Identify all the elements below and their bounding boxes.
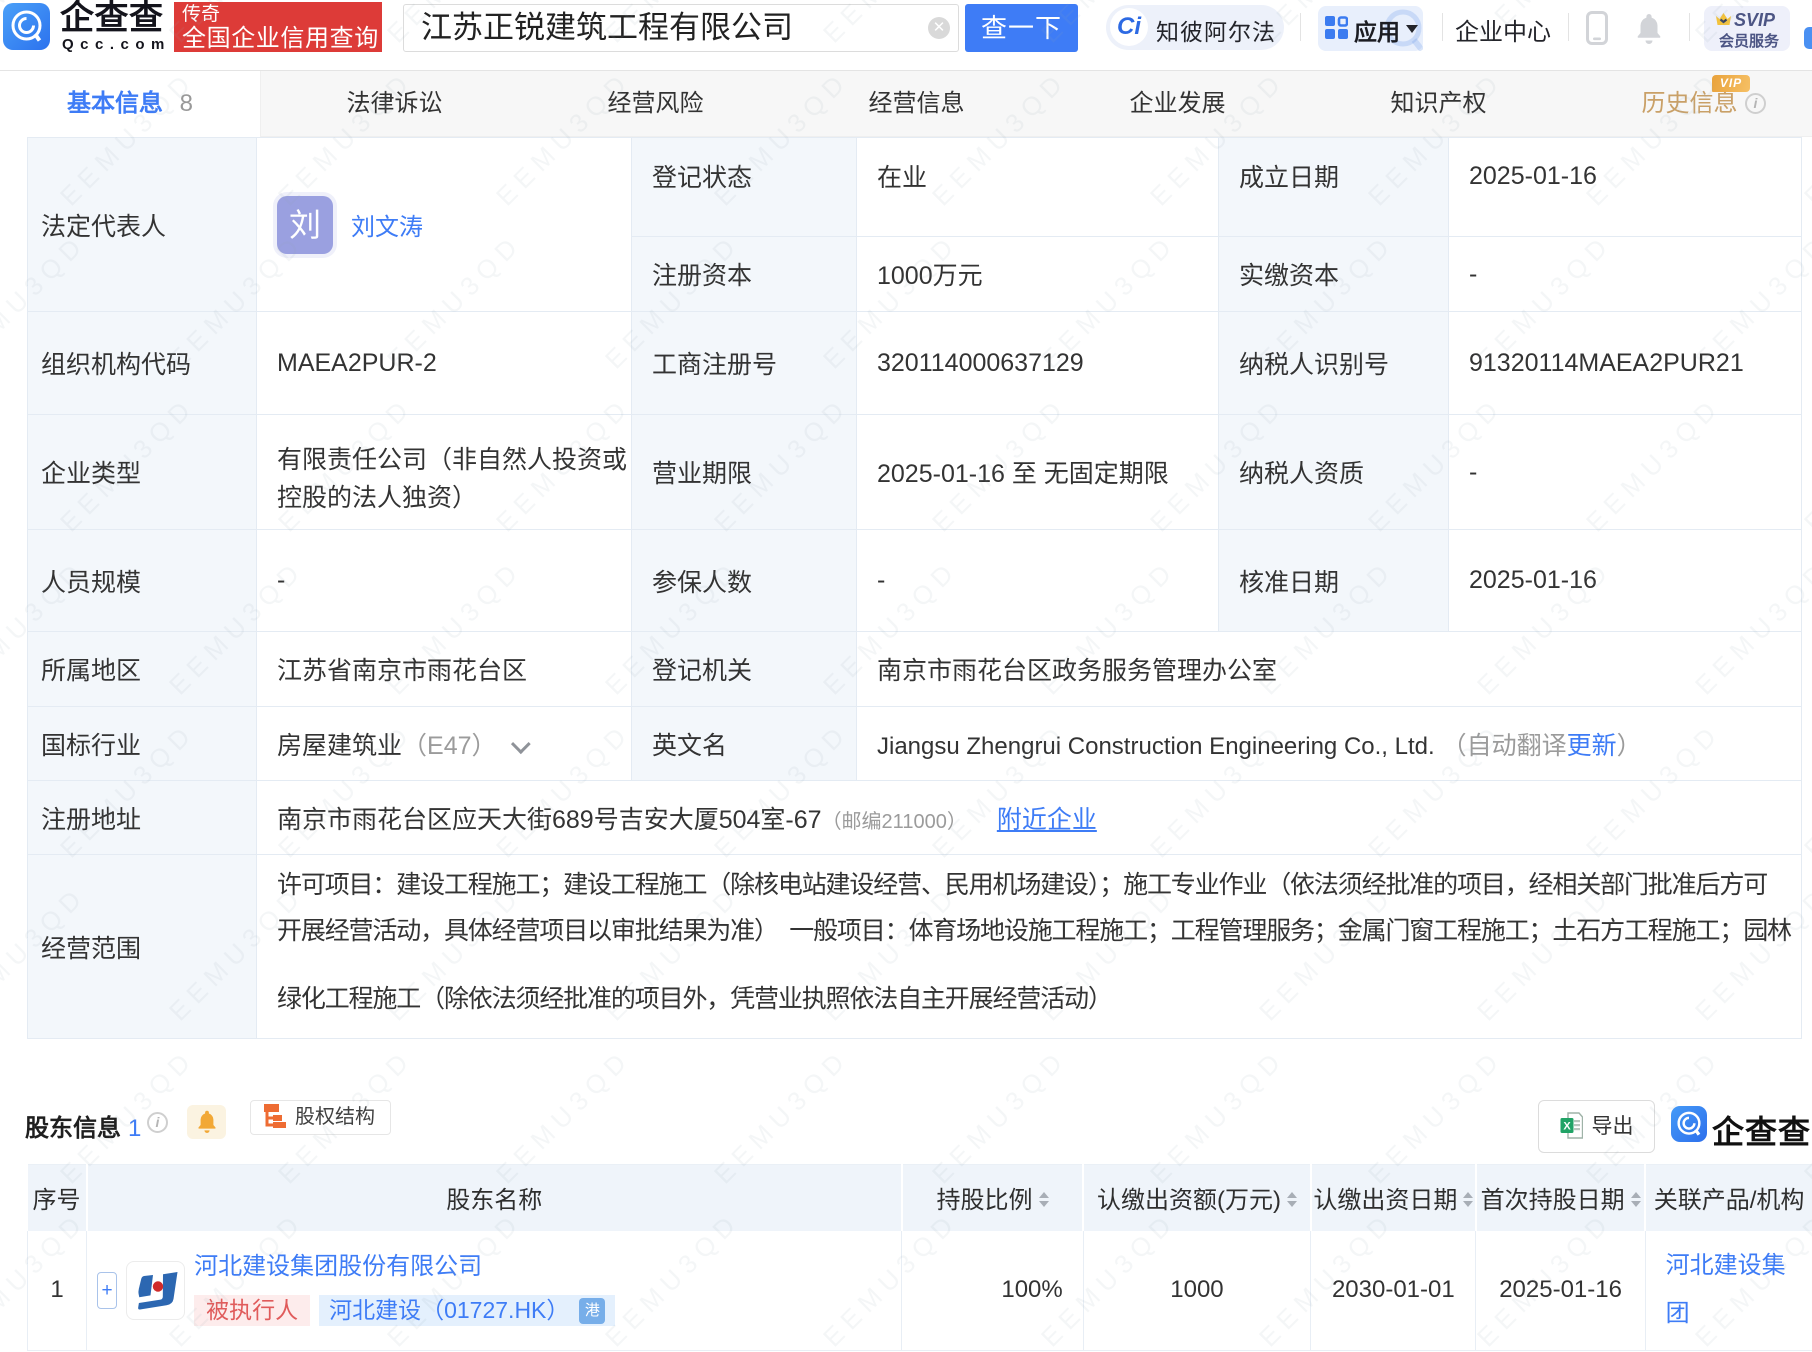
svg-text:X: X (1563, 1121, 1571, 1133)
